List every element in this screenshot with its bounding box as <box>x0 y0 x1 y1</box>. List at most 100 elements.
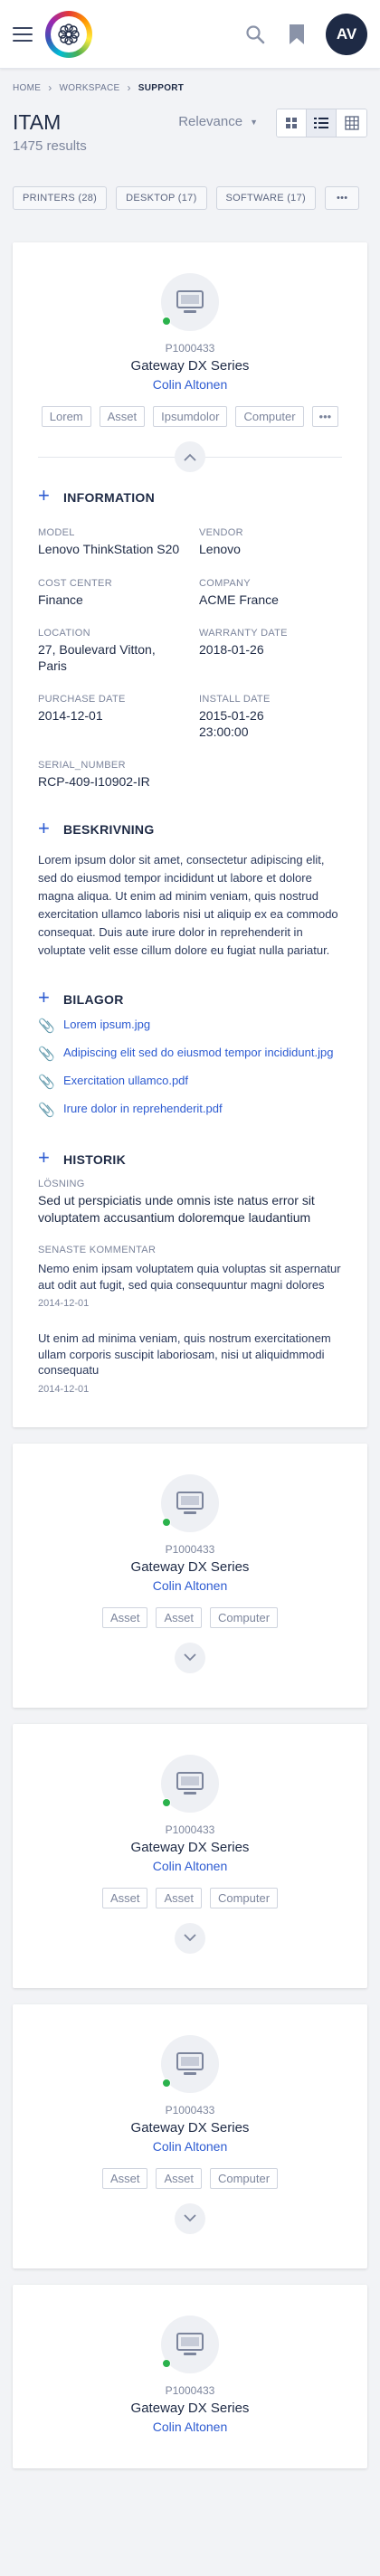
logo-flower-icon <box>58 23 80 45</box>
description-text: Lorem ipsum dolor sit amet, consectetur … <box>38 852 338 958</box>
field-value: 2015-01-26 23:00:00 <box>199 708 264 739</box>
field-value: ACME France <box>199 592 279 607</box>
computer-icon <box>161 1473 219 1532</box>
tag[interactable]: Computer <box>209 2167 279 2189</box>
tag[interactable]: Asset <box>101 2167 148 2189</box>
chevron-down-icon <box>184 2214 196 2222</box>
attachment-link[interactable]: 📎 Irure dolor in reprehenderit.pdf <box>38 1101 342 1120</box>
status-dot <box>162 2078 171 2088</box>
asset-owner-link[interactable]: Colin Altonen <box>153 2139 228 2154</box>
filter-chip-printers[interactable]: PRINTERS (28) <box>13 186 108 210</box>
beskrivning-toggle[interactable]: + BESKRIVNING <box>38 816 342 839</box>
asset-id: P1000433 <box>165 342 215 355</box>
search-icon[interactable] <box>239 18 271 51</box>
menu-icon[interactable] <box>13 26 33 42</box>
paperclip-icon: 📎 <box>38 1046 55 1063</box>
paperclip-icon: 📎 <box>38 1103 55 1119</box>
plus-icon: + <box>38 986 51 1009</box>
caret-down-icon: ▼ <box>250 117 258 127</box>
tag[interactable]: Ipsumdolor <box>153 406 228 427</box>
attachment-link[interactable]: 📎 Adipiscing elit sed do eiusmod tempor i… <box>38 1045 342 1064</box>
tag[interactable]: Computer <box>209 1887 279 1908</box>
filter-chip-software[interactable]: SOFTWARE (17) <box>215 186 316 210</box>
historik-toggle[interactable]: + HISTORIK <box>38 1148 342 1168</box>
bilagor-toggle[interactable]: + BILAGOR <box>38 986 342 1009</box>
tag[interactable]: Asset <box>101 1887 148 1908</box>
asset-id: P1000433 <box>165 2383 215 2397</box>
tag[interactable]: Asset <box>156 2167 202 2189</box>
asset-card: P1000433 Gateway DX Series Colin Altonen… <box>13 2003 367 2268</box>
expand-button[interactable] <box>175 2202 205 2234</box>
tag[interactable]: Asset <box>101 1606 148 1628</box>
field-value: Lenovo ThinkStation S20 <box>38 542 180 556</box>
field-label: LOCATION <box>38 628 90 639</box>
beskrivning-section: + BESKRIVNING Lorem ipsum dolor sit amet,… <box>13 816 367 961</box>
asset-id: P1000433 <box>165 1542 215 1556</box>
asset-id: P1000433 <box>165 2103 215 2117</box>
table-view-icon[interactable] <box>337 109 366 137</box>
list-view-icon[interactable] <box>307 109 337 137</box>
collapse-button[interactable] <box>175 441 205 472</box>
tag[interactable]: Computer <box>209 1606 279 1628</box>
asset-owner-link[interactable]: Colin Altonen <box>153 2420 228 2434</box>
card-view-icon[interactable] <box>277 109 307 137</box>
field-value: Lenovo <box>199 542 241 556</box>
asset-owner-link[interactable]: Colin Altonen <box>153 377 228 392</box>
comment-date: 2014-12-01 <box>38 1383 90 1395</box>
comment-date: 2014-12-01 <box>38 1298 90 1310</box>
tag[interactable]: Asset <box>156 1606 202 1628</box>
expand-button[interactable] <box>175 1922 205 1954</box>
asset-model: Gateway DX Series <box>130 2119 250 2136</box>
paperclip-icon: 📎 <box>38 1075 55 1091</box>
field-value: 27, Boulevard Vitton, Paris <box>38 642 156 673</box>
tag[interactable]: Computer <box>235 406 304 427</box>
tag-list: Lorem Asset Ipsumdolor Computer ••• <box>41 406 339 427</box>
comment-text: Ut enim ad minima veniam, quis nostrum e… <box>38 1331 331 1378</box>
tag[interactable]: Lorem <box>41 406 91 427</box>
field-label: COST CENTER <box>38 577 112 589</box>
field-label: MODEL <box>38 527 75 538</box>
chevron-down-icon <box>184 1653 196 1662</box>
sort-dropdown[interactable]: Relevance ▼ <box>178 114 258 129</box>
more-filters-button[interactable]: ••• <box>324 186 360 210</box>
avatar[interactable]: AV <box>326 13 367 55</box>
historik-section: + HISTORIK LÖSNING Sed ut perspiciatis un… <box>13 1148 367 1395</box>
expand-button[interactable] <box>175 1642 205 1673</box>
paperclip-icon: 📎 <box>38 1018 55 1035</box>
tag[interactable]: Asset <box>156 1887 202 1908</box>
app-logo[interactable] <box>45 10 92 58</box>
attachment-link[interactable]: 📎 Exercitation ullamco.pdf <box>38 1073 342 1092</box>
plus-icon: + <box>38 484 51 507</box>
plus-icon: + <box>38 816 51 839</box>
asset-model: Gateway DX Series <box>130 1558 250 1575</box>
asset-owner-link[interactable]: Colin Altonen <box>153 1578 228 1593</box>
view-toggle <box>276 109 367 137</box>
chevron-up-icon <box>184 453 196 461</box>
asset-model: Gateway DX Series <box>130 358 250 374</box>
comment-text: Nemo enim ipsam voluptatem quia voluptas… <box>38 1262 341 1292</box>
losning-label: LÖSNING <box>38 1179 85 1190</box>
status-dot <box>162 1517 171 1527</box>
attachment-link[interactable]: 📎 Lorem ipsum.jpg <box>38 1017 342 1036</box>
breadcrumb-workspace[interactable]: WORKSPACE <box>60 83 120 93</box>
tag-list: Asset Asset Computer <box>101 1606 279 1628</box>
chevron-down-icon <box>184 1934 196 1942</box>
field-label: WARRANTY DATE <box>199 628 288 639</box>
breadcrumb: HOME › WORKSPACE › SUPPORT <box>0 69 380 107</box>
field-label: INSTALL DATE <box>199 694 271 705</box>
asset-owner-link[interactable]: Colin Altonen <box>153 1859 228 1873</box>
top-bar: AV <box>0 0 380 69</box>
field-label: VENDOR <box>199 527 243 538</box>
filter-chip-desktop[interactable]: DESKTOP (17) <box>116 186 207 210</box>
tag[interactable]: Asset <box>99 406 146 427</box>
more-tags-button[interactable]: ••• <box>311 406 339 427</box>
chevron-right-icon: › <box>127 81 131 94</box>
information-toggle[interactable]: + INFORMATION <box>38 484 342 507</box>
asset-model: Gateway DX Series <box>130 2400 250 2416</box>
breadcrumb-home[interactable]: HOME <box>13 83 41 93</box>
computer-icon <box>161 1754 219 1813</box>
asset-id: P1000433 <box>165 1823 215 1836</box>
status-dot <box>162 2358 171 2368</box>
bookmark-icon[interactable] <box>280 18 313 51</box>
tag-list: Asset Asset Computer <box>101 1887 279 1908</box>
